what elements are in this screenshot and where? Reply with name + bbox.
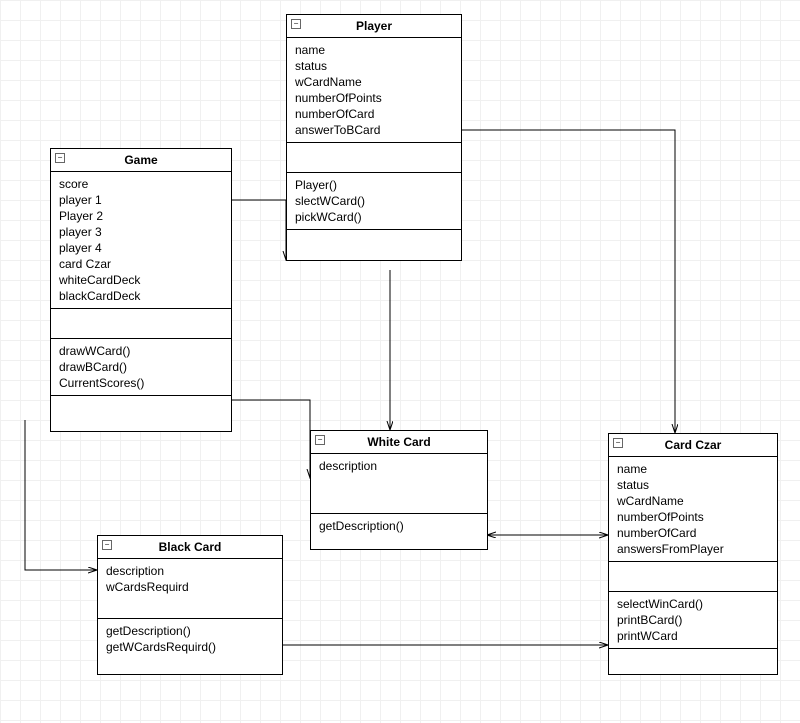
class-title: − Card Czar: [609, 434, 777, 457]
operations-section: getDescription(): [311, 514, 487, 549]
op: getWCardsRequird(): [106, 639, 274, 655]
spacer-section: [51, 309, 231, 339]
attr: whiteCardDeck: [59, 272, 223, 288]
title-text: White Card: [367, 435, 430, 449]
title-text: Player: [356, 19, 392, 33]
operations-section: getDescription() getWCardsRequird(): [98, 619, 282, 674]
attr: blackCardDeck: [59, 288, 223, 304]
op: getDescription(): [319, 518, 479, 534]
collapse-icon[interactable]: −: [291, 19, 301, 29]
attr: wCardName: [295, 74, 453, 90]
attr: description: [106, 563, 274, 579]
attr: player 1: [59, 192, 223, 208]
op: printWCard: [617, 628, 769, 644]
class-title: − Player: [287, 15, 461, 38]
collapse-icon[interactable]: −: [315, 435, 325, 445]
operations-section: drawWCard() drawBCard() CurrentScores(): [51, 339, 231, 396]
class-title: − White Card: [311, 431, 487, 454]
collapse-icon[interactable]: −: [55, 153, 65, 163]
spacer-section: [287, 143, 461, 173]
attr: answerToBCard: [295, 122, 453, 138]
attr: numberOfPoints: [617, 509, 769, 525]
title-text: Black Card: [159, 540, 222, 554]
op: selectWinCard(): [617, 596, 769, 612]
attr: Player 2: [59, 208, 223, 224]
attr: wCardName: [617, 493, 769, 509]
op: getDescription(): [106, 623, 274, 639]
attr: status: [617, 477, 769, 493]
attr: card Czar: [59, 256, 223, 272]
attributes-section: description: [311, 454, 487, 514]
attr: numberOfCard: [295, 106, 453, 122]
op: drawWCard(): [59, 343, 223, 359]
attributes-section: name status wCardName numberOfPoints num…: [287, 38, 461, 143]
spacer-section: [287, 230, 461, 260]
class-title: − Game: [51, 149, 231, 172]
class-black-card[interactable]: − Black Card description wCardsRequird g…: [97, 535, 283, 675]
attr: numberOfCard: [617, 525, 769, 541]
class-white-card[interactable]: − White Card description getDescription(…: [310, 430, 488, 550]
class-game[interactable]: − Game score player 1 Player 2 player 3 …: [50, 148, 232, 432]
op: CurrentScores(): [59, 375, 223, 391]
attributes-section: name status wCardName numberOfPoints num…: [609, 457, 777, 562]
attributes-section: description wCardsRequird: [98, 559, 282, 619]
operations-section: Player() slectWCard() pickWCard(): [287, 173, 461, 230]
title-text: Game: [124, 153, 157, 167]
op: pickWCard(): [295, 209, 453, 225]
attr: wCardsRequird: [106, 579, 274, 595]
spacer-section: [609, 562, 777, 592]
attributes-section: score player 1 Player 2 player 3 player …: [51, 172, 231, 309]
attr: player 3: [59, 224, 223, 240]
attr: score: [59, 176, 223, 192]
op: drawBCard(): [59, 359, 223, 375]
attr: player 4: [59, 240, 223, 256]
class-player[interactable]: − Player name status wCardName numberOfP…: [286, 14, 462, 261]
op: Player(): [295, 177, 453, 193]
attr: description: [319, 458, 479, 474]
class-card-czar[interactable]: − Card Czar name status wCardName number…: [608, 433, 778, 675]
collapse-icon[interactable]: −: [102, 540, 112, 550]
op: slectWCard(): [295, 193, 453, 209]
attr: numberOfPoints: [295, 90, 453, 106]
spacer-section: [609, 649, 777, 674]
attr: name: [617, 461, 769, 477]
attr: status: [295, 58, 453, 74]
attr: answersFromPlayer: [617, 541, 769, 557]
operations-section: selectWinCard() printBCard() printWCard: [609, 592, 777, 649]
title-text: Card Czar: [665, 438, 722, 452]
op: printBCard(): [617, 612, 769, 628]
class-title: − Black Card: [98, 536, 282, 559]
attr: name: [295, 42, 453, 58]
spacer-section: [51, 396, 231, 431]
collapse-icon[interactable]: −: [613, 438, 623, 448]
